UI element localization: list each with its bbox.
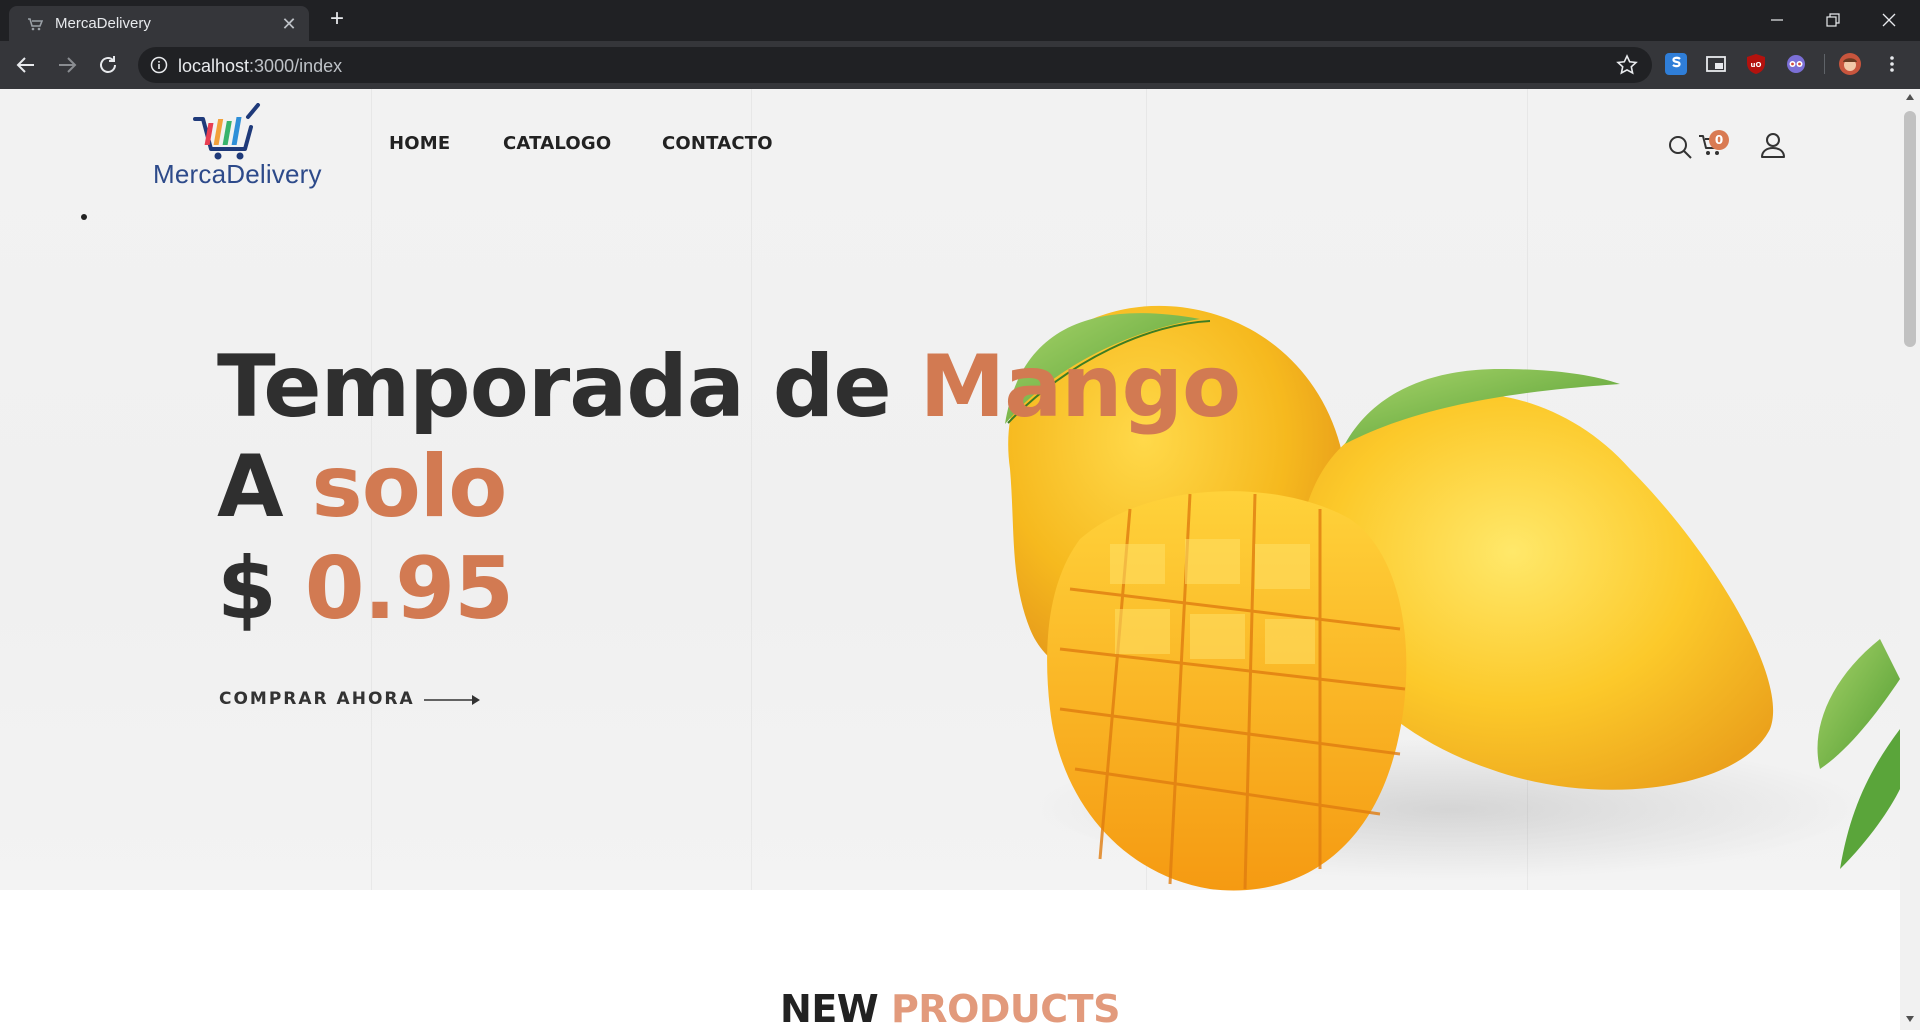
browser-titlebar: MercaDelivery ✕ +: [0, 0, 1920, 41]
extension-s-icon[interactable]: [1665, 53, 1687, 75]
hero-banner: MercaDelivery HOME CATALOGO CONTACTO 0 T…: [0, 89, 1900, 891]
new-products-heading: NEW PRODUCTS: [0, 987, 1900, 1030]
minimize-button[interactable]: [1749, 0, 1805, 41]
browser-toolbar: localhost:3000/index: [0, 41, 1920, 89]
scroll-thumb[interactable]: [1904, 111, 1916, 347]
nav-home[interactable]: HOME: [389, 133, 450, 154]
restore-button[interactable]: [1805, 0, 1861, 41]
extension-goggles-icon[interactable]: [1785, 53, 1807, 75]
buy-now-label: COMPRAR AHORA: [219, 689, 415, 709]
bookmark-star-icon[interactable]: [1616, 54, 1638, 76]
list-bullet: [81, 214, 87, 220]
forward-arrow-icon[interactable]: [55, 53, 79, 77]
user-account-icon[interactable]: [1759, 131, 1787, 159]
address-bar[interactable]: localhost:3000/index: [138, 47, 1652, 83]
hero-price-line: $ 0.95: [217, 539, 514, 639]
search-icon[interactable]: [1667, 134, 1693, 160]
arrow-right-icon: [424, 695, 480, 705]
url-text: localhost:3000/index: [178, 56, 342, 77]
site-info-icon[interactable]: [150, 56, 168, 74]
tab-title: MercaDelivery: [55, 15, 151, 32]
reload-icon[interactable]: [96, 53, 120, 77]
ublock-shield-icon[interactable]: uO: [1745, 53, 1767, 75]
logo-text[interactable]: MercaDelivery: [153, 159, 322, 190]
page-scrollbar[interactable]: [1900, 89, 1920, 1030]
hero-accent-text: Mango: [919, 337, 1241, 437]
close-window-button[interactable]: [1861, 0, 1917, 41]
buy-now-link[interactable]: COMPRAR AHORA: [219, 689, 480, 713]
cart-favicon-icon: [27, 16, 44, 32]
web-page: MercaDelivery HOME CATALOGO CONTACTO 0 T…: [0, 89, 1900, 1030]
mango-illustration: [1005, 305, 1900, 891]
back-arrow-icon[interactable]: [14, 53, 38, 77]
new-tab-button[interactable]: +: [325, 7, 349, 32]
profile-avatar[interactable]: [1839, 53, 1861, 75]
hero-heading-line1: Temporada de Mango: [217, 337, 1241, 437]
url-path: :3000/index: [249, 56, 343, 76]
section-title-accent: PRODUCTS: [890, 987, 1121, 1030]
hero-text: A: [217, 437, 312, 537]
nav-catalogo[interactable]: CATALOGO: [503, 133, 611, 154]
browser-menu-icon[interactable]: [1881, 53, 1903, 75]
section-title-text: NEW: [780, 987, 891, 1030]
hero-heading-line2: A solo: [217, 437, 508, 537]
browser-tab[interactable]: MercaDelivery ✕: [9, 6, 309, 41]
hero-price: 0.95: [304, 539, 514, 639]
hero-text: Temporada de: [217, 337, 920, 437]
hero-accent-text: solo: [311, 437, 508, 537]
tab-close-icon[interactable]: ✕: [279, 14, 299, 34]
picture-in-picture-icon[interactable]: [1705, 53, 1727, 75]
url-host: localhost: [178, 56, 250, 76]
toolbar-divider: [1824, 54, 1825, 74]
cart-count-badge: 0: [1709, 130, 1729, 150]
svg-text:uO: uO: [1751, 61, 1762, 69]
nav-contacto[interactable]: CONTACTO: [662, 133, 773, 154]
scroll-down-arrow-icon[interactable]: [1905, 1015, 1915, 1023]
bg-line: [751, 89, 752, 890]
currency-symbol: $: [217, 539, 305, 639]
scroll-up-arrow-icon[interactable]: [1905, 93, 1915, 101]
